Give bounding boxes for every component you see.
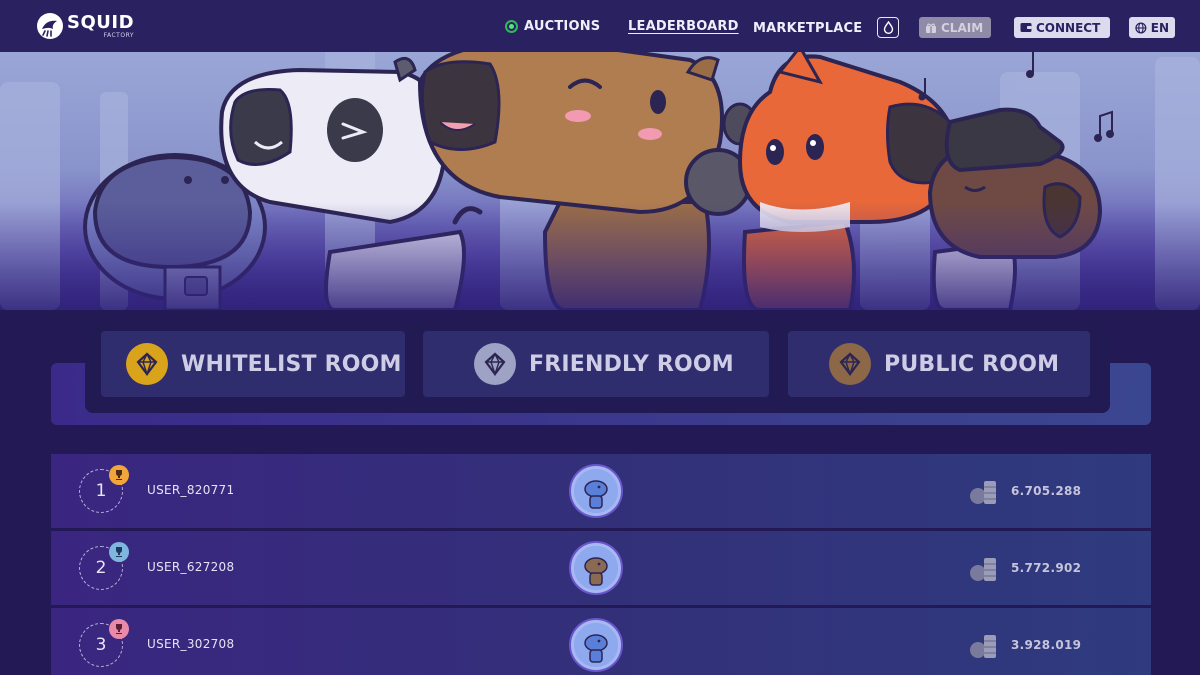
username: USER_820771	[147, 483, 235, 497]
top-navbar: SQUID FACTORY AUCTIONS LEADERBOARD MARKE…	[0, 0, 1200, 52]
language-selector[interactable]: EN	[1129, 17, 1175, 38]
username: USER_302708	[147, 637, 235, 651]
wallet-icon	[1020, 23, 1032, 32]
room-tab-whitelist[interactable]: WHITELIST ROOM	[101, 331, 405, 397]
rank-number: 2	[95, 558, 107, 578]
score-value: 3.928.019	[1011, 638, 1082, 652]
language-label: EN	[1150, 20, 1169, 35]
squid-logo-icon	[37, 13, 63, 39]
rank-number: 3	[95, 635, 107, 655]
room-tab-public[interactable]: PUBLIC ROOM	[788, 331, 1090, 397]
water-drop-icon	[883, 21, 893, 34]
leaderboard-row[interactable]: 2 USER_627208 5.772.902	[51, 531, 1151, 605]
rank-number: 1	[95, 481, 107, 501]
trophy-icon	[109, 465, 129, 485]
claim-label: CLAIM	[941, 20, 984, 35]
coin-stack-icon	[970, 635, 996, 658]
drop-button[interactable]	[877, 17, 899, 38]
connect-wallet-button[interactable]: CONNECT	[1014, 17, 1110, 38]
hero-banner	[0, 52, 1200, 310]
score-value: 6.705.288	[1011, 484, 1082, 498]
trophy-icon	[109, 542, 129, 562]
brand-tagline: FACTORY	[103, 31, 135, 39]
nav-leaderboard-link[interactable]: LEADERBOARD	[628, 19, 739, 34]
leaderboard-row[interactable]: 1 USER_820771 6.705.288	[51, 454, 1151, 528]
room-label: WHITELIST ROOM	[181, 351, 402, 377]
diamond-badge-icon	[126, 343, 168, 385]
trophy-icon	[109, 619, 129, 639]
gift-icon	[926, 23, 936, 33]
coin-stack-icon	[970, 481, 996, 504]
connect-label: CONNECT	[1036, 20, 1101, 35]
coin-stack-icon	[970, 558, 996, 581]
score-value: 5.772.902	[1011, 561, 1082, 575]
claim-button[interactable]: CLAIM	[919, 17, 991, 38]
username: USER_627208	[147, 560, 235, 574]
user-avatar[interactable]	[571, 620, 621, 670]
room-label: PUBLIC ROOM	[884, 351, 1060, 377]
nav-marketplace-link[interactable]: MARKETPLACE	[753, 21, 862, 36]
diamond-badge-icon	[474, 343, 516, 385]
brand-name: SQUID	[67, 11, 135, 33]
diamond-badge-icon	[829, 343, 871, 385]
user-avatar[interactable]	[571, 466, 621, 516]
user-avatar[interactable]	[571, 543, 621, 593]
nav-auctions-label: AUCTIONS	[524, 19, 601, 34]
leaderboard-row[interactable]: 3 USER_302708 3.928.019	[51, 608, 1151, 675]
room-tab-friendly[interactable]: FRIENDLY ROOM	[423, 331, 769, 397]
nav-auctions-link[interactable]: AUCTIONS	[505, 19, 600, 34]
globe-icon	[1135, 21, 1147, 34]
room-label: FRIENDLY ROOM	[529, 351, 734, 377]
mascots-illustration	[0, 52, 1200, 310]
squid-factory-logo[interactable]: SQUID FACTORY	[36, 12, 134, 40]
live-status-icon	[505, 20, 518, 33]
